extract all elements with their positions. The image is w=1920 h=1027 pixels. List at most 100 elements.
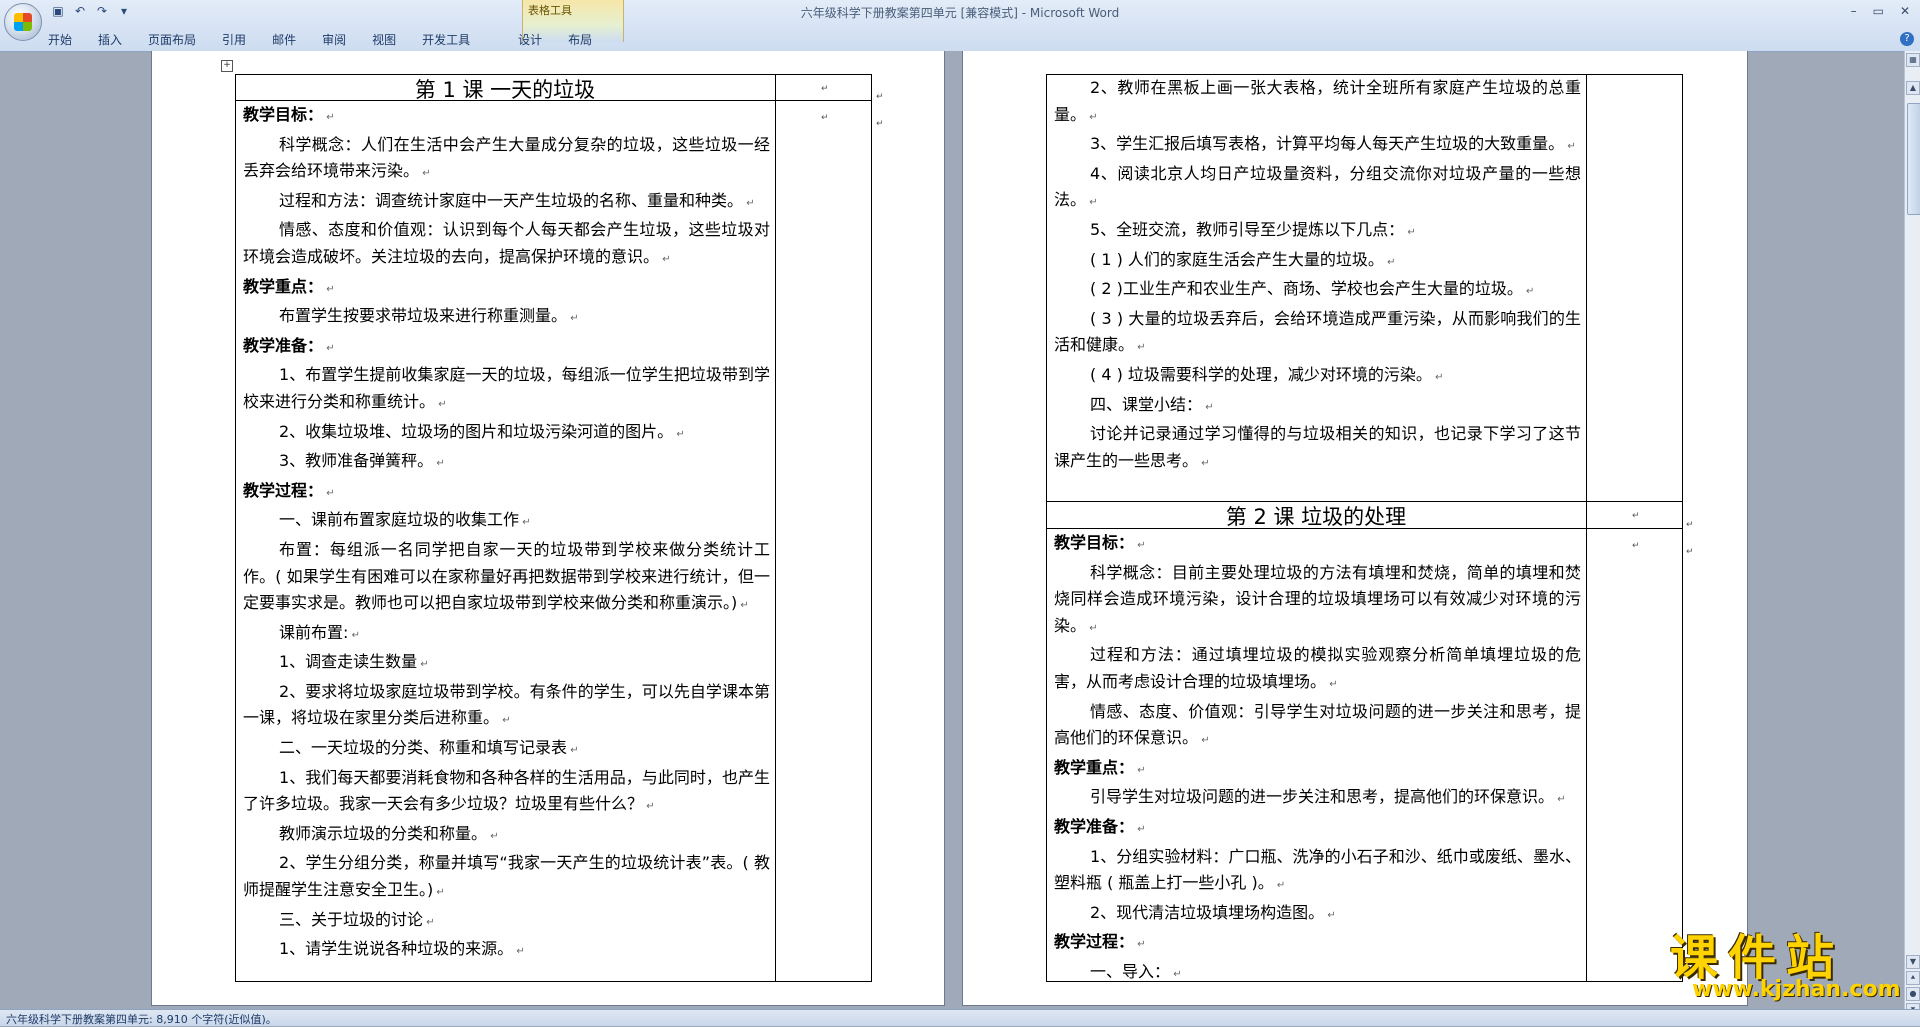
paragraph-mark-icon: ↵ — [1564, 141, 1576, 153]
ribbon-tabs: 开始 插入 页面布局 引用 邮件 审阅 视图 开发工具 设计 布局 — [48, 31, 618, 48]
paragraph-mark-icon: ↵ — [513, 946, 525, 958]
paragraph-mark-icon: ↵ — [1134, 939, 1146, 951]
paragraph-mark-icon: ↵ — [743, 197, 755, 209]
tab-mailings[interactable]: 邮件 — [272, 31, 296, 48]
paragraph: 1、请学生说说各种垃圾的来源。 ↵ — [279, 939, 525, 959]
section-heading: 教学准备： ↵ — [1054, 816, 1146, 836]
lesson2-body[interactable]: 教学目标： ↵ 科学概念：目前主要处理垃圾的方法有填埋和焚烧，简单的填埋和焚烧同样… — [1054, 530, 1581, 989]
row-end-mark: ↵ — [1686, 547, 1694, 557]
paragraph-mark-icon: ↵ — [643, 801, 655, 813]
paragraph-mark-icon: ↵ — [323, 342, 335, 354]
cell-end-mark: ↵ — [1632, 511, 1640, 521]
paragraph-mark-icon: ↵ — [417, 659, 429, 671]
lesson2-title: 第 2 课 垃圾的处理 — [1225, 505, 1407, 529]
paragraph-mark-icon: ↵ — [1134, 540, 1146, 551]
tab-home[interactable]: 开始 — [48, 31, 72, 48]
paragraph: 1、布置学生提前收集家庭一天的垃圾，每组派一位学生把垃圾带到学校来进行分类和称重… — [243, 365, 770, 411]
row-end-mark: ↵ — [1686, 520, 1694, 530]
cell-end-mark: ↵ — [821, 84, 829, 94]
help-icon[interactable]: ? — [1900, 32, 1914, 46]
paragraph: 1、我们每天都要消耗食物和各种各样的生活用品，与此同时，也产生了许多垃圾。我家一… — [243, 767, 770, 814]
paragraph-mark-icon: ↵ — [433, 458, 445, 470]
section-heading: 教学重点： ↵ — [243, 276, 335, 296]
tab-references[interactable]: 引用 — [222, 31, 246, 48]
paragraph-mark-icon: ↵ — [1086, 197, 1098, 209]
paragraph: 1、调查走读生数量 ↵ — [279, 652, 429, 672]
paragraph-mark-icon: ↵ — [1554, 794, 1566, 806]
paragraph-mark-icon: ↵ — [673, 428, 685, 440]
page-gap — [945, 51, 962, 1006]
section-heading: 教学目标： ↵ — [243, 105, 335, 124]
status-bar: 六年级科学下册教案第四单元: 8,910 个字符(近似值)。 — [0, 1009, 1920, 1026]
paragraph: 过程和方法：调查统计家庭中一天产生垃圾的名称、重量和种类。 ↵ — [279, 190, 755, 210]
close-button[interactable]: ✕ — [1900, 4, 1910, 18]
table-move-handle-icon[interactable]: + — [221, 60, 233, 72]
lesson1-body[interactable]: 教学目标： ↵ 科学概念：人们在生活中会产生大量成分复杂的垃圾，这些垃圾一经丢弃会… — [243, 102, 770, 966]
window-controls: – ▭ ✕ — [1851, 4, 1910, 18]
paragraph-mark-icon: ↵ — [1134, 823, 1146, 835]
section-heading: 教学目标： ↵ — [1054, 533, 1146, 552]
scroll-up-icon[interactable]: ▲ — [1906, 81, 1920, 95]
paragraph-mark-icon: ↵ — [323, 283, 335, 295]
table-column-divider — [775, 74, 776, 982]
cell-end-mark: ↵ — [821, 113, 829, 123]
window-title: 六年级科学下册教案第四单元 [兼容模式] - Microsoft Word — [800, 6, 1120, 20]
paragraph: 2、现代清洁垃圾填埋场构造图。 ↵ — [1090, 902, 1336, 922]
tab-page-layout[interactable]: 页面布局 — [148, 31, 196, 48]
paragraph: 布置：每组派一名同学把自家一天的垃圾带到学校来做分类统计工作。( 如果学生有困难… — [243, 539, 770, 613]
paragraph: 2、学生分组分类，称量并填写“我家一天产生的垃圾统计表”表。( 教师提醒学生注意… — [243, 853, 770, 900]
paragraph-mark-icon: ↵ — [519, 517, 531, 529]
paragraph: 科学概念：目前主要处理垃圾的方法有填埋和焚烧，简单的填埋和焚烧同样会造成环境污染… — [1054, 562, 1581, 635]
paragraph-mark-icon: ↵ — [423, 916, 435, 928]
paragraph-mark-icon: ↵ — [1202, 401, 1214, 413]
tab-developer[interactable]: 开发工具 — [422, 31, 470, 48]
paragraph-mark-icon: ↵ — [1086, 622, 1098, 634]
paragraph: 三、关于垃圾的讨论 ↵ — [279, 909, 435, 929]
paragraph-mark-icon: ↵ — [567, 745, 579, 757]
paragraph-mark-icon: ↵ — [419, 168, 431, 180]
row-end-mark: ↵ — [876, 119, 884, 129]
lesson1-body-continued[interactable]: 2、教师在黑板上画一张大表格，统计全班所有家庭产生垃圾的总重量。 ↵ 3、学生汇报… — [1054, 75, 1581, 477]
paragraph-mark-icon: ↵ — [323, 112, 335, 123]
paragraph: 四、课堂小结： ↵ — [1090, 394, 1214, 414]
paragraph-mark-icon: ↵ — [567, 313, 579, 325]
paragraph: 3、教师准备弹簧秤。 ↵ — [279, 451, 445, 471]
paragraph-mark-icon: ↵ — [499, 715, 511, 727]
paragraph-mark-icon: ↵ — [1134, 764, 1146, 776]
paragraph: 一、课前布置家庭垃圾的收集工作 ↵ — [279, 510, 531, 530]
minimize-button[interactable]: – — [1851, 4, 1857, 18]
paragraph: 3、学生汇报后填写表格，计算平均每人每天产生垃圾的大致重量。 ↵ — [1090, 134, 1576, 154]
paragraph: 2、收集垃圾堆、垃圾场的图片和垃圾污染河道的图片。 ↵ — [279, 421, 685, 441]
scrollbar-thumb[interactable] — [1907, 103, 1920, 215]
lesson1-title: 第 1 课 一天的垃圾 — [414, 78, 596, 102]
paragraph-mark-icon: ↵ — [1404, 226, 1416, 238]
tab-view[interactable]: 视图 — [372, 31, 396, 48]
paragraph: 情感、态度、价值观：引导学生对垃圾问题的进一步关注和思考，提高他们的环保意识。 … — [1054, 701, 1581, 748]
paragraph: 2、教师在黑板上画一张大表格，统计全班所有家庭产生垃圾的总重量。 ↵ — [1054, 78, 1581, 124]
paragraph: 布置学生按要求带垃圾来进行称重测量。 ↵ — [279, 306, 579, 326]
paragraph: 二、一天垃圾的分类、称重和填写记录表 ↵ — [279, 738, 579, 758]
tab-layout[interactable]: 布局 — [568, 31, 592, 48]
ruler-toggle-icon[interactable]: ▦ — [1906, 53, 1920, 67]
paragraph-mark-icon: ↵ — [348, 629, 360, 641]
tab-design[interactable]: 设计 — [518, 31, 542, 48]
paragraph: 讨论并记录通过学习懂得的与垃圾相关的知识，也记录下学习了这节课产生的一些思考。 … — [1054, 424, 1581, 470]
paragraph: 2、要求将垃圾家庭垃圾带到学校。有条件的学生，可以先自学课本第一课，将垃圾在家里… — [243, 681, 770, 728]
paragraph: 4、阅读北京人均日产垃圾量资料，分组交流你对垃圾产量的一些想法。 ↵ — [1054, 163, 1581, 210]
cell-end-mark: ↵ — [1632, 541, 1640, 551]
vertical-scrollbar[interactable]: ▦ ▲ ▼ ⯅ ● ⯆ — [1904, 51, 1920, 1017]
paragraph-mark-icon: ↵ — [1324, 909, 1336, 921]
tab-insert[interactable]: 插入 — [98, 31, 122, 48]
maximize-button[interactable]: ▭ — [1873, 4, 1884, 18]
section-heading: 教学准备： ↵ — [243, 335, 335, 355]
paragraph: ( 3 ) 大量的垃圾丢弃后，会给环境造成严重污染，从而影响我们的生活和健康。 … — [1054, 308, 1581, 355]
ribbon: ▣ ↶ ↷ ▾ 表格工具 六年级科学下册教案第四单元 [兼容模式] - Micr… — [0, 0, 1920, 52]
paragraph-mark-icon: ↵ — [1522, 286, 1535, 298]
paragraph-mark-icon: ↵ — [1198, 457, 1210, 469]
paragraph-mark-icon: ↵ — [659, 253, 671, 265]
tab-review[interactable]: 审阅 — [322, 31, 346, 48]
paragraph: 一、导入： ↵ — [1090, 961, 1182, 981]
paragraph-mark-icon: ↵ — [1273, 880, 1286, 892]
paragraph: 引导学生对垃圾问题的进一步关注和思考，提高他们的环保意识。 ↵ — [1090, 787, 1566, 807]
paragraph: 1、分组实验材料：广口瓶、洗净的小石子和沙、纸巾或废纸、墨水、塑料瓶 ( 瓶盖上… — [1054, 846, 1581, 893]
